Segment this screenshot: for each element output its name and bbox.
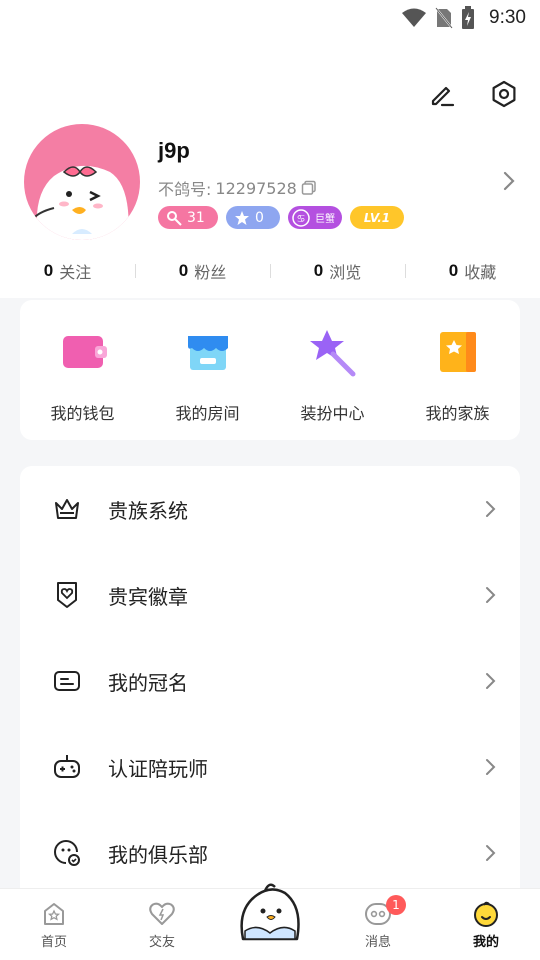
home-icon bbox=[44, 903, 64, 925]
settings-hexagon-icon bbox=[492, 80, 516, 108]
zodiac-badge[interactable]: ♋ 巨蟹 bbox=[288, 206, 342, 229]
stat-count: 0 bbox=[178, 261, 189, 280]
menu-item-label: 贵族系统 bbox=[108, 498, 188, 523]
heart-icon bbox=[149, 902, 175, 925]
level-badge-label: LV.1 bbox=[363, 210, 391, 225]
stat-favorites[interactable]: 0 收藏 bbox=[405, 256, 540, 286]
crown-icon bbox=[52, 494, 82, 524]
menu-item-label: 我的俱乐部 bbox=[108, 842, 208, 867]
key-icon bbox=[167, 210, 182, 226]
stat-count: 0 bbox=[313, 261, 324, 280]
stat-label: 收藏 bbox=[464, 263, 497, 282]
menu-item-label: 贵宾徽章 bbox=[108, 584, 188, 609]
chevron-right-icon bbox=[486, 501, 496, 517]
profile-detail-button[interactable] bbox=[502, 170, 516, 196]
quick-action-wallet[interactable]: 我的钱包 bbox=[20, 300, 145, 440]
quick-actions-card: 我的钱包 我的房间 装扮中心 我的家族 bbox=[20, 300, 520, 440]
avatar[interactable] bbox=[24, 124, 140, 240]
gamepad-icon bbox=[52, 752, 82, 782]
pencil-icon bbox=[431, 86, 455, 107]
level-badge[interactable]: LV.1 bbox=[350, 206, 404, 229]
quick-action-label: 我的钱包 bbox=[50, 404, 115, 423]
uid-row: 不鸽号: 12297528 bbox=[158, 176, 317, 200]
tab-label: 我的 bbox=[472, 935, 499, 950]
fans-level-badge[interactable]: 31 bbox=[158, 206, 218, 229]
stat-count: 0 bbox=[43, 261, 54, 280]
profile-badges: 31 0 ♋ 巨蟹 LV.1 bbox=[158, 206, 404, 229]
store-icon bbox=[182, 326, 234, 378]
stat-count: 0 bbox=[448, 261, 459, 280]
chevron-right-icon bbox=[486, 673, 496, 689]
message-badge: 1 bbox=[386, 895, 406, 915]
tab-label: 交友 bbox=[148, 935, 175, 950]
battery-charging-icon bbox=[462, 6, 475, 29]
quick-action-label: 我的房间 bbox=[175, 404, 240, 423]
tab-label: 首页 bbox=[40, 935, 67, 950]
chevron-right-icon bbox=[486, 845, 496, 861]
settings-button[interactable] bbox=[488, 78, 520, 110]
star-icon bbox=[235, 210, 249, 225]
tab-center-mascot[interactable] bbox=[216, 883, 324, 960]
tab-messages[interactable]: 1 消息 bbox=[324, 889, 432, 960]
menu-item-vip-badge[interactable]: 贵宾徽章 bbox=[20, 552, 520, 638]
star-badge[interactable]: 0 bbox=[226, 206, 280, 229]
profile-stats: 0 关注 0 粉丝 0 浏览 0 收藏 bbox=[0, 256, 540, 286]
family-book-icon bbox=[432, 326, 484, 378]
fans-level-value: 31 bbox=[187, 209, 205, 226]
nameplate-icon bbox=[52, 666, 82, 696]
menu-item-title-naming[interactable]: 我的冠名 bbox=[20, 638, 520, 724]
menu-item-certified-player[interactable]: 认证陪玩师 bbox=[20, 724, 520, 810]
quick-action-label: 我的家族 bbox=[425, 404, 490, 423]
menu-card: 贵族系统 贵宾徽章 我的冠名 认证陪玩师 我的俱乐部 bbox=[20, 466, 520, 906]
bottom-tab-bar: 首页 交友 1 消息 我的 bbox=[0, 883, 540, 960]
quick-action-room[interactable]: 我的房间 bbox=[145, 300, 270, 440]
menu-item-label: 认证陪玩师 bbox=[108, 756, 208, 781]
header-actions bbox=[426, 78, 520, 110]
uid-label: 不鸽号: bbox=[158, 180, 212, 199]
tab-label: 消息 bbox=[364, 935, 391, 950]
heart-badge-icon bbox=[52, 580, 82, 610]
copy-icon[interactable] bbox=[301, 180, 317, 196]
chevron-right-icon bbox=[486, 587, 496, 603]
uid-value: 12297528 bbox=[215, 178, 297, 198]
tab-mine[interactable]: 我的 bbox=[432, 889, 540, 960]
no-sim-icon bbox=[435, 7, 453, 29]
wifi-icon bbox=[402, 8, 427, 27]
stat-label: 粉丝 bbox=[194, 263, 227, 282]
stat-fans[interactable]: 0 粉丝 bbox=[135, 256, 270, 286]
stat-label: 关注 bbox=[59, 263, 92, 282]
chick-avatar-icon bbox=[31, 165, 129, 240]
zodiac-badge-label: 巨蟹 bbox=[315, 214, 335, 225]
clock-time: 9:30 bbox=[489, 7, 526, 28]
wallet-icon bbox=[57, 326, 109, 378]
club-icon bbox=[52, 838, 82, 868]
chevron-right-icon bbox=[486, 759, 496, 775]
tab-social[interactable]: 交友 bbox=[108, 889, 216, 960]
menu-item-label: 我的冠名 bbox=[108, 670, 188, 695]
magic-wand-icon bbox=[307, 326, 359, 378]
stat-label: 浏览 bbox=[329, 263, 362, 282]
stat-views[interactable]: 0 浏览 bbox=[270, 256, 405, 286]
mascot-icon bbox=[240, 883, 300, 941]
quick-action-family[interactable]: 我的家族 bbox=[395, 300, 520, 440]
quick-action-label: 装扮中心 bbox=[300, 404, 365, 423]
quick-action-decor[interactable]: 装扮中心 bbox=[270, 300, 395, 440]
profile-face-icon bbox=[474, 901, 498, 927]
chevron-right-icon bbox=[503, 171, 515, 191]
status-bar: 9:30 bbox=[0, 0, 540, 36]
tab-home[interactable]: 首页 bbox=[0, 889, 108, 960]
svg-text:♋: ♋ bbox=[297, 214, 306, 225]
stat-following[interactable]: 0 关注 bbox=[0, 256, 135, 286]
zodiac-cancer-icon: ♋ bbox=[292, 208, 310, 227]
edit-profile-button[interactable] bbox=[426, 78, 458, 110]
menu-item-nobility[interactable]: 贵族系统 bbox=[20, 466, 520, 552]
star-badge-value: 0 bbox=[255, 209, 264, 226]
profile-name: j9p bbox=[158, 138, 190, 163]
